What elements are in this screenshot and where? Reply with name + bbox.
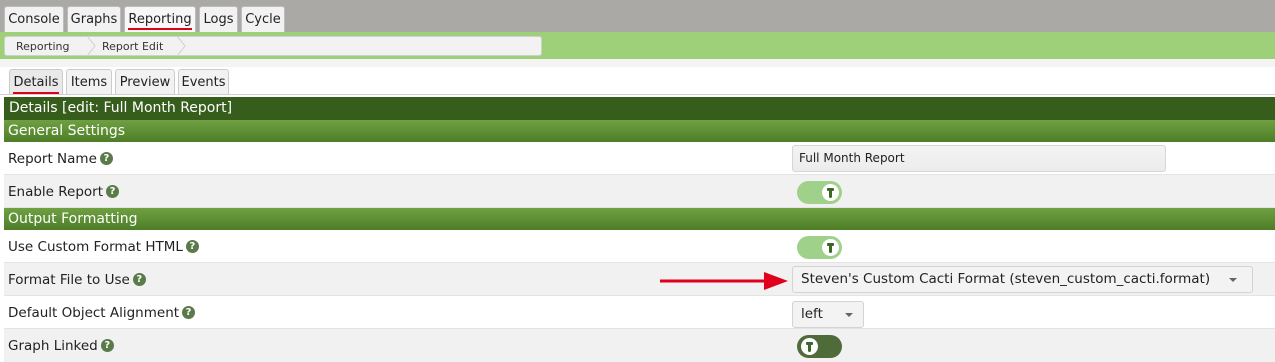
panel-title: Details [edit: Full Month Report] bbox=[4, 97, 1275, 120]
enable-report-toggle[interactable] bbox=[797, 181, 842, 204]
row-graph-linked: Graph Linked? bbox=[4, 329, 1275, 362]
tab-label: Logs bbox=[203, 12, 234, 27]
field-label: Use Custom Format HTML? bbox=[8, 239, 199, 255]
field-label: Graph Linked? bbox=[8, 338, 114, 354]
section-general-settings: General Settings bbox=[4, 120, 1275, 142]
red-arrow-icon bbox=[660, 272, 788, 290]
tab-label: Details bbox=[13, 75, 59, 90]
chevron-down-icon bbox=[845, 313, 853, 317]
help-icon[interactable]: ? bbox=[99, 151, 113, 165]
breadcrumb-item-report-edit[interactable]: Report Edit bbox=[102, 37, 163, 56]
format-file-label: Format File to Use bbox=[8, 272, 130, 288]
tab-divider bbox=[0, 94, 1275, 95]
help-icon[interactable]: ? bbox=[106, 184, 120, 198]
tab-label: Items bbox=[70, 75, 108, 90]
field-label: Default Object Alignment? bbox=[8, 305, 196, 321]
tab-events[interactable]: Events bbox=[178, 69, 229, 95]
tab-logs[interactable]: Logs bbox=[199, 6, 238, 32]
tab-preview[interactable]: Preview bbox=[115, 69, 175, 95]
row-report-name: Report Name? Full Month Report bbox=[4, 142, 1275, 175]
tab-graphs[interactable]: Graphs bbox=[67, 6, 121, 32]
custom-format-label: Use Custom Format HTML bbox=[8, 239, 183, 255]
field-label: Format File to Use? bbox=[8, 272, 146, 288]
help-icon[interactable]: ? bbox=[132, 272, 146, 286]
cactus-icon bbox=[822, 239, 839, 256]
alignment-select[interactable]: left bbox=[792, 301, 864, 328]
enable-report-label: Enable Report bbox=[8, 184, 104, 200]
custom-format-toggle[interactable] bbox=[797, 236, 842, 259]
cactus-icon bbox=[801, 338, 818, 355]
tab-cycle[interactable]: Cycle bbox=[241, 6, 285, 32]
report-name-label: Report Name bbox=[8, 151, 97, 167]
help-icon[interactable]: ? bbox=[100, 338, 114, 352]
section-output-formatting: Output Formatting bbox=[4, 208, 1275, 230]
row-alignment: Default Object Alignment? left bbox=[4, 296, 1275, 329]
breadcrumb-separator-icon bbox=[176, 36, 186, 56]
breadcrumb-item-reporting[interactable]: Reporting bbox=[16, 37, 69, 56]
format-file-value: Steven's Custom Cacti Format (steven_cus… bbox=[801, 271, 1211, 287]
tab-label: Console bbox=[8, 12, 60, 27]
graph-linked-toggle[interactable] bbox=[797, 335, 842, 358]
tab-console[interactable]: Console bbox=[4, 6, 64, 32]
alignment-label: Default Object Alignment bbox=[8, 305, 180, 321]
cactus-icon bbox=[822, 184, 839, 201]
tab-reporting[interactable]: Reporting bbox=[124, 6, 196, 32]
help-icon[interactable]: ? bbox=[182, 305, 196, 319]
report-name-input[interactable]: Full Month Report bbox=[792, 145, 1166, 172]
breadcrumb-separator-icon bbox=[86, 36, 96, 56]
row-enable-report: Enable Report? bbox=[4, 175, 1275, 208]
help-icon[interactable]: ? bbox=[185, 239, 199, 253]
alignment-value: left bbox=[801, 306, 823, 322]
field-label: Report Name? bbox=[8, 151, 113, 167]
row-custom-format: Use Custom Format HTML? bbox=[4, 230, 1275, 263]
tab-label: Cycle bbox=[245, 12, 281, 27]
breadcrumb: Reporting Report Edit bbox=[4, 36, 542, 56]
field-label: Enable Report? bbox=[8, 184, 120, 200]
tab-items[interactable]: Items bbox=[66, 69, 112, 95]
tab-label: Reporting bbox=[128, 12, 192, 27]
tab-label: Events bbox=[181, 75, 226, 90]
active-tab-indicator bbox=[128, 28, 192, 30]
graph-linked-label: Graph Linked bbox=[8, 338, 98, 354]
tab-details[interactable]: Details bbox=[9, 69, 63, 95]
format-file-select[interactable]: Steven's Custom Cacti Format (steven_cus… bbox=[792, 266, 1253, 293]
chevron-down-icon bbox=[1229, 278, 1237, 282]
content-top-band bbox=[0, 59, 1275, 67]
tab-label: Graphs bbox=[70, 12, 118, 27]
tab-label: Preview bbox=[119, 75, 171, 90]
row-format-file: Format File to Use? Steven's Custom Cact… bbox=[4, 263, 1275, 296]
